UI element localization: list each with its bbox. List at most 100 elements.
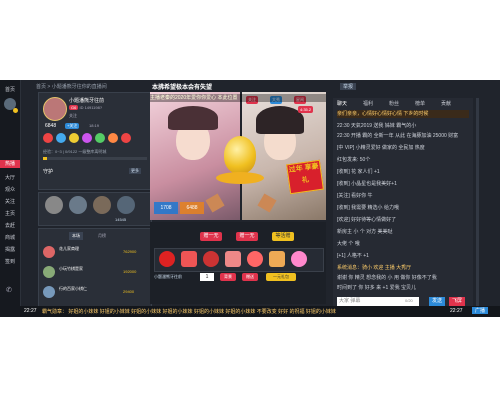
chat-message: [收到] 我需要 精选小 给力哦 — [337, 205, 399, 211]
guard-avatar[interactable] — [93, 196, 111, 214]
guard-avatar[interactable] — [117, 196, 135, 214]
fans-section-title: 守护 — [43, 169, 54, 175]
room-id: ID 1491198? — [79, 105, 103, 110]
rank-name: 小玩竹棋是家 — [59, 266, 83, 271]
nav-item-audience[interactable]: 观众 — [0, 186, 20, 193]
rank-tab-month[interactable]: 月榜 — [95, 232, 109, 240]
chat-message: 新房主 小 个 对方 美美哒 — [337, 229, 393, 235]
rank-avatar — [43, 246, 55, 258]
nav-item-hall[interactable]: 大厅 — [0, 174, 20, 181]
gift-controls: 赠一无 赠一无 等活赠 小题潘熊牙往前 1 背景 赠送 一元礼包 — [150, 222, 326, 304]
rank-score: 762900 — [123, 249, 137, 254]
rank-avatar — [43, 286, 55, 298]
chat-message: 时间到了 你 好多 来 +1 爱我 宝贝儿 — [337, 285, 417, 291]
medal-icon[interactable] — [82, 133, 92, 143]
medal-icon[interactable] — [121, 133, 131, 143]
one-yuan-pack-button[interactable]: 一元礼包 — [266, 273, 296, 281]
send-message-button[interactable]: 发送 — [429, 297, 445, 306]
guard-avatar[interactable] — [45, 196, 63, 214]
report-button[interactable]: 举报 — [340, 83, 357, 90]
rose-gift-icon[interactable] — [159, 251, 175, 267]
rank-score: 29400 — [123, 289, 135, 294]
gift-icon[interactable] — [269, 251, 285, 267]
fly-screen-button[interactable]: 飞屏 — [449, 297, 465, 306]
follow-button[interactable]: +关注 — [65, 123, 80, 129]
viewer-count-left: 1708 — [154, 202, 178, 214]
chat-message: [+1] 人格不 +1 — [337, 253, 369, 259]
rank-score: 192000 — [123, 269, 137, 274]
medal-icon[interactable] — [56, 133, 66, 143]
chat-announcement: 亲们亲亲，心情好心情好心情 下乡的时候 — [337, 110, 469, 118]
chat-message: [关注] 看好你 牛 — [337, 193, 373, 199]
rank-tab-current[interactable]: 本场 — [69, 232, 83, 240]
chat-message: [收到] 小晶星也是我美好+1 — [337, 181, 397, 187]
chat-message: 大佬 个 哦 — [337, 241, 360, 247]
chat-message: 谢谢 你 精灵 想念我的 小 用 做你 好像不了我 — [337, 275, 437, 281]
anchor-fans-label: 关注 — [69, 113, 77, 118]
rank-avatar — [43, 266, 55, 278]
tab-fans[interactable]: 粉丝 — [389, 100, 399, 107]
nav-item-home[interactable]: 首页 — [0, 86, 20, 93]
fans-more-link[interactable]: 更多 — [129, 168, 141, 174]
chat-message: [收到] 花 家人们 +1 — [337, 169, 380, 175]
nav-item-expose[interactable]: 揭露 — [0, 246, 20, 253]
rank-label: 18:19 — [89, 123, 100, 128]
anchor-card: 小题潘熊牙往前 G6 ID 1491198? 关注 6848 +关注 18:19… — [38, 92, 152, 190]
chat-input-counter: 0/20 — [405, 298, 413, 303]
gift-icon[interactable] — [247, 251, 263, 267]
sidebar-nav: 首页 热播 大厅 观众 关注 主页 去赶 商城 揭露 签到 ✆ — [0, 80, 21, 317]
gift-quantity-input[interactable]: 1 — [200, 273, 214, 281]
smash-ten-button[interactable]: 赠一无 — [236, 232, 258, 241]
anchor-name: 小题潘熊牙往前 — [69, 98, 105, 104]
tab-contribute[interactable]: 贡献 — [441, 100, 451, 107]
nav-item-checkin[interactable]: 签到 — [0, 258, 20, 265]
viewer-count-right: 6488 — [180, 202, 204, 214]
send-gift-button[interactable]: 赠送 — [242, 273, 258, 281]
auto-smash-button[interactable]: 等活赠 — [272, 232, 294, 241]
broadcast-button[interactable]: 广播 — [472, 307, 489, 314]
broadcast-time-right: 22:27 — [450, 308, 463, 314]
chat-scrollbar[interactable] — [476, 98, 479, 308]
rank-row[interactable]: 行的百家小棋仁 29400 — [43, 285, 147, 301]
page-title: 本拂希望极本会有失望 — [152, 85, 213, 91]
medal-icon[interactable] — [43, 133, 53, 143]
tab-welfare[interactable]: 福利 — [363, 100, 373, 107]
broadcast-time: 22:27 — [24, 308, 37, 314]
tab-chat[interactable]: 聊天 — [337, 100, 347, 107]
gift-icon[interactable] — [225, 251, 241, 267]
exp-bar — [43, 157, 147, 160]
gift-icon[interactable] — [291, 251, 307, 267]
medal-icon[interactable] — [108, 133, 118, 143]
buy-button[interactable]: 背景 — [220, 273, 236, 281]
chat-message: [中 VIP] 小精灵爱好 做家的 全民加 热度 — [337, 145, 425, 151]
nav-item-go[interactable]: 去赶 — [0, 222, 20, 229]
chat-system-message: 系统消息：骑小 欢迎 主播 大秀厅 — [337, 265, 412, 271]
anchor-avatar[interactable] — [43, 97, 67, 121]
video-ticker: 主播老秦的2020年爱你你爱心 本此位置 — [150, 94, 326, 102]
live-stream-app: 首页 热播 大厅 观众 关注 主页 去赶 商城 揭露 签到 ✆ 首页 > 小题潘… — [0, 80, 500, 317]
golden-egg-icon[interactable] — [224, 136, 256, 174]
nav-item-shop[interactable]: 商城 — [0, 234, 20, 241]
gift-icon[interactable] — [181, 251, 197, 267]
egg-base-icon — [216, 172, 264, 184]
countdown-badge: 4:35.2 — [298, 106, 314, 113]
tab-rank[interactable]: 榜单 — [415, 100, 425, 107]
gift-icon[interactable] — [203, 251, 219, 267]
medal-icon[interactable] — [95, 133, 105, 143]
fans-count: 6848 — [45, 123, 57, 129]
nav-item-hot[interactable]: 热播 — [0, 160, 20, 168]
new-year-gift-banner[interactable]: 过年 享豪礼 — [286, 159, 324, 195]
chat-message: [欢迎] 好好待等心情做好了 — [337, 217, 397, 223]
guard-avatar[interactable] — [69, 196, 87, 214]
medal-icon[interactable] — [69, 133, 79, 143]
phone-icon[interactable]: ✆ — [6, 286, 14, 294]
nav-item-profile[interactable]: 主页 — [0, 210, 20, 217]
video-player[interactable]: 1708 6488 关注 大秀 星闻 4:35.2 过年 享豪礼 主播老秦的20… — [150, 92, 326, 220]
exp-text: 经验：0~3 | 0/9122 一级整库离明城 — [43, 149, 107, 154]
exp-bar-fill — [43, 157, 48, 160]
rank-row[interactable]: 花儿家商理 762900 — [43, 245, 147, 261]
chat-message: 红包发来: 50个 — [337, 157, 371, 163]
smash-once-button[interactable]: 赠一无 — [200, 232, 222, 241]
rank-row[interactable]: 小玩竹棋是家 192000 — [43, 265, 147, 281]
nav-item-follow[interactable]: 关注 — [0, 198, 20, 205]
